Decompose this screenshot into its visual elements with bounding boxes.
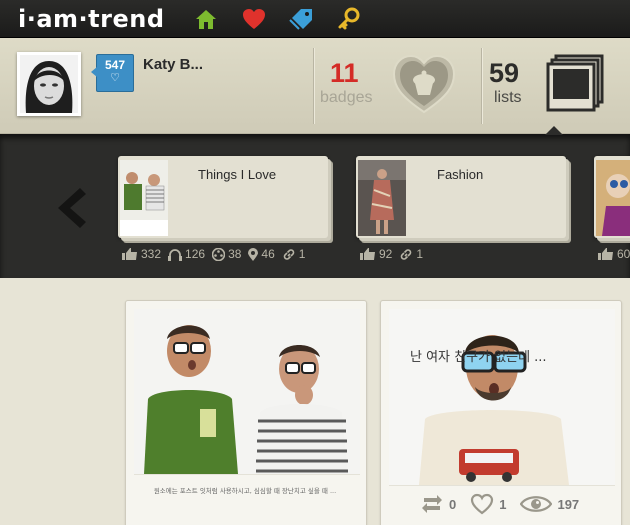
repost-icon (422, 495, 442, 513)
likes-count: 60 (617, 247, 630, 261)
divider (481, 48, 482, 124)
profile-header: 547 ♡ Katy B... 11 badges 59 lists (0, 38, 630, 134)
divider (134, 474, 360, 475)
heart-outline-icon: ♡ (110, 72, 120, 84)
lists-stack-icon[interactable] (546, 54, 606, 121)
location-pin-icon (248, 247, 259, 261)
like-icon (122, 248, 137, 260)
headphones-icon (168, 248, 183, 261)
like-icon (360, 248, 375, 260)
links-count: 1 (416, 247, 424, 261)
like-count: 1 (499, 496, 507, 512)
badges-icon[interactable] (390, 50, 458, 121)
post-image[interactable] (134, 309, 360, 474)
eye-icon (520, 496, 553, 512)
divider (389, 485, 615, 486)
previous-arrow-icon[interactable] (50, 186, 90, 230)
post-image[interactable] (389, 309, 615, 485)
tag-icon[interactable] (289, 6, 315, 32)
list-card-things-i-love[interactable]: Things I Love (118, 156, 328, 238)
list-stats: 332 126 38 46 1 (122, 247, 309, 261)
lists-count[interactable]: 59 (489, 58, 519, 89)
views-count: 38 (228, 247, 242, 261)
links-count: 1 (298, 247, 306, 261)
repost-button[interactable]: 0 (420, 494, 456, 514)
like-icon (598, 248, 613, 260)
list-thumbnail (120, 160, 168, 236)
fan-count-badge[interactable]: 547 ♡ (91, 54, 134, 92)
places-count: 46 (261, 247, 275, 261)
list-stats: 60 (598, 247, 630, 261)
link-icon (401, 248, 412, 260)
heart-outline-icon (471, 493, 494, 515)
repost-count: 0 (449, 496, 457, 512)
list-card-fashion[interactable]: Fashion (356, 156, 566, 238)
selected-pointer (545, 126, 563, 135)
search-key-icon[interactable] (337, 6, 363, 32)
link-icon (283, 248, 295, 260)
post-actions: 0 1 197 (420, 493, 587, 515)
list-thumbnail (358, 160, 406, 236)
list-card-partial[interactable] (594, 156, 630, 238)
fan-count: 547 (104, 58, 126, 72)
list-title: Fashion (437, 167, 484, 182)
likes-count: 92 (379, 247, 393, 261)
post-description: 원소에는 포스트 잇처럼 사용하시고, 심심할 때 장난치고 싶을 때 ... (153, 487, 337, 495)
badges-label[interactable]: badges (320, 89, 373, 107)
post-card[interactable] (380, 300, 622, 525)
home-icon[interactable] (193, 6, 219, 32)
list-title: Things I Love (198, 167, 277, 182)
avatar[interactable] (17, 52, 81, 116)
film-reel-icon (212, 247, 226, 261)
username[interactable]: Katy B... (143, 56, 203, 73)
list-thumbnail (596, 160, 630, 236)
post-caption: 난 여자 친구가 없는데 ... (410, 350, 547, 365)
likes-count: 332 (141, 247, 162, 261)
top-bar: i·am·trend (0, 0, 630, 38)
listens-count: 126 (185, 247, 206, 261)
lists-label[interactable]: lists (494, 89, 522, 107)
badges-count[interactable]: 11 (330, 58, 359, 89)
heart-icon[interactable] (241, 6, 267, 32)
list-stats: 92 1 (360, 247, 427, 261)
logo[interactable]: i·am·trend (18, 5, 165, 33)
like-button[interactable]: 1 (470, 493, 506, 515)
views-count: 197 (557, 496, 580, 512)
divider (313, 48, 314, 124)
views-button[interactable]: 197 (520, 494, 579, 514)
